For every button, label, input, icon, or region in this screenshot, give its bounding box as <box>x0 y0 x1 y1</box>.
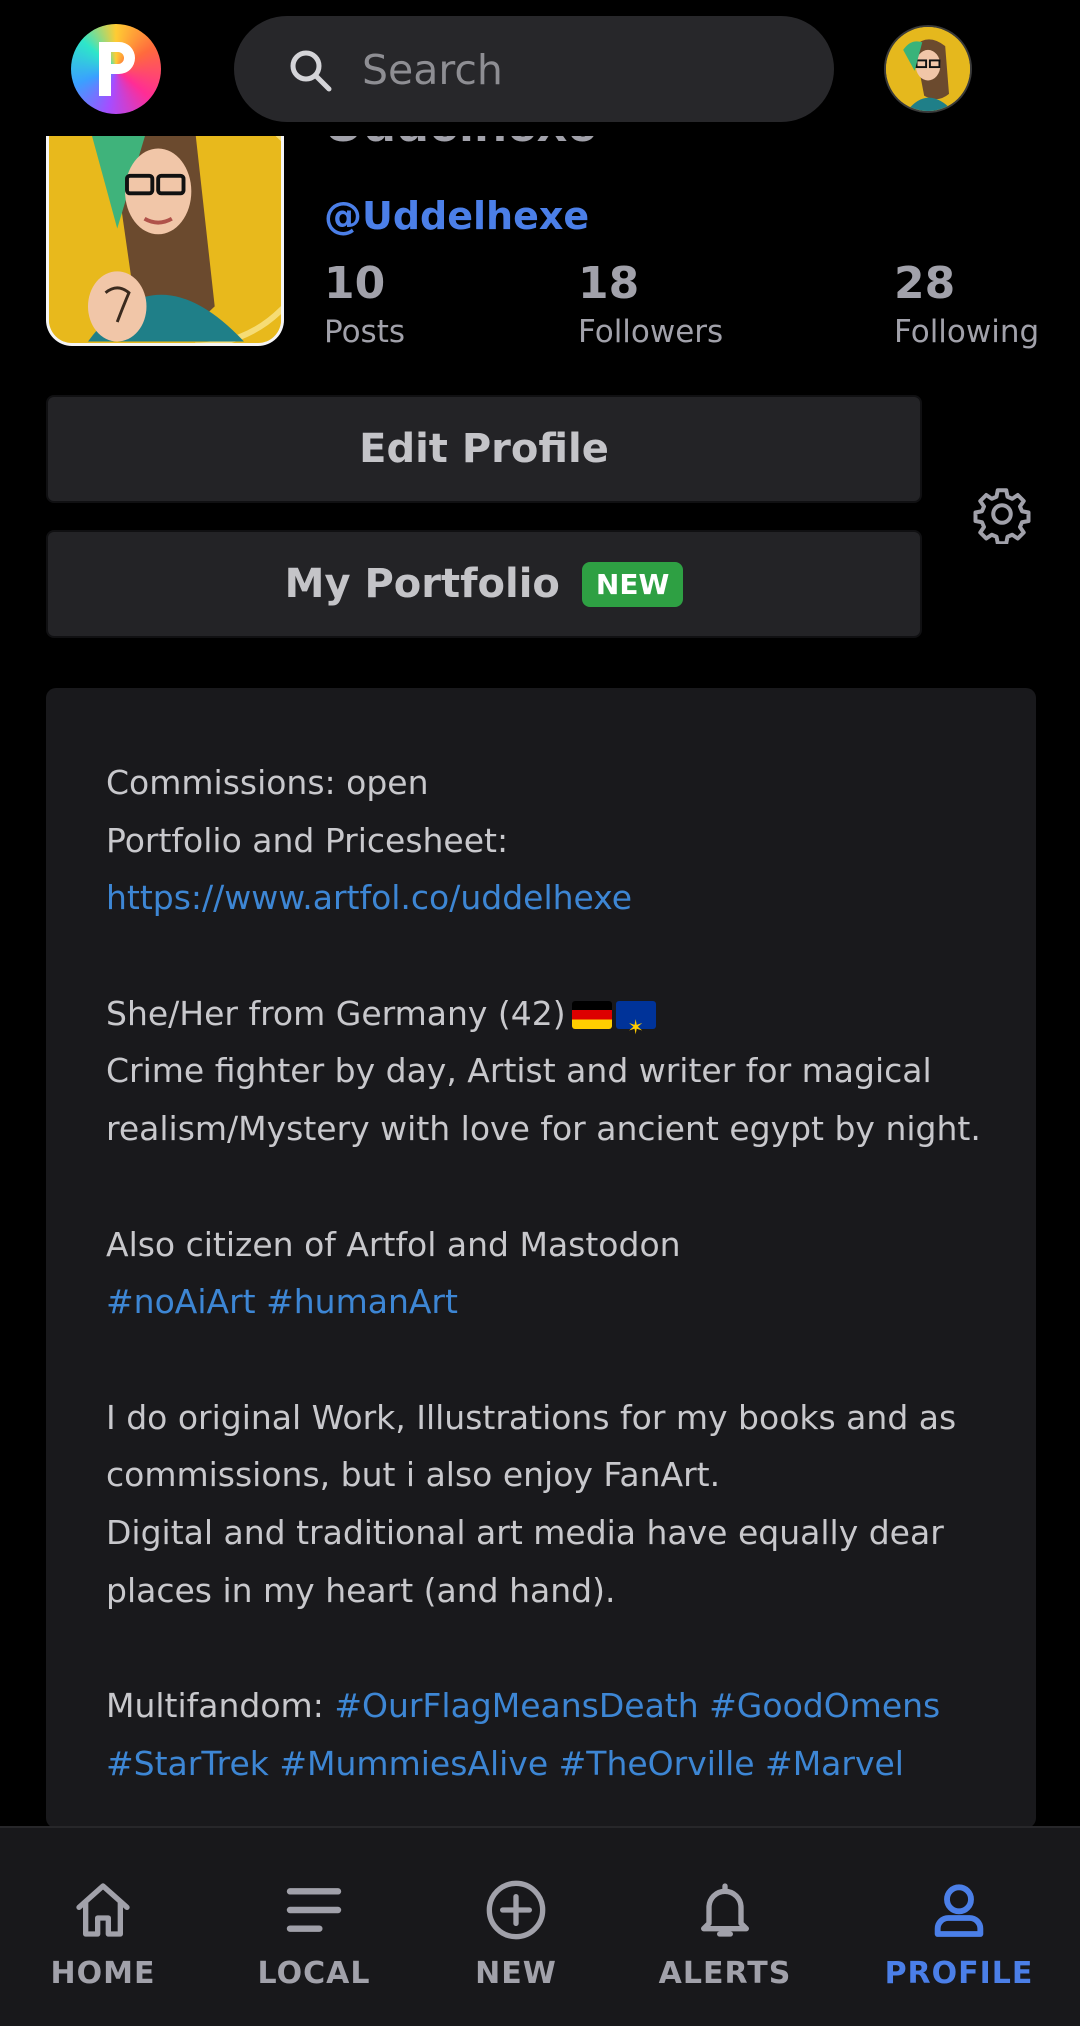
top-bar <box>0 0 1080 136</box>
my-portfolio-label: My Portfolio <box>284 561 560 607</box>
list-icon <box>286 1888 342 1932</box>
plus-circle-icon <box>486 1880 546 1940</box>
home-icon <box>76 1883 130 1937</box>
flag-germany-icon <box>571 1000 612 1029</box>
nav-alerts[interactable]: ALERTS <box>625 1828 825 2026</box>
bio-citizen: Also citizen of Artfol and Mastodon <box>106 1224 681 1264</box>
nav-profile[interactable]: PROFILE <box>859 1828 1059 2026</box>
profile-avatar[interactable] <box>46 110 284 346</box>
hashtag-link[interactable]: #MummiesAlive <box>279 1744 548 1783</box>
new-badge: NEW <box>581 561 684 607</box>
hashtag-link[interactable]: #Marvel <box>765 1744 904 1783</box>
bio-text: Commissions: open Portfolio and Priceshe… <box>106 754 986 1792</box>
bio-work-1: I do original Work, Illustrations for my… <box>106 1397 957 1437</box>
followers-label: Followers <box>578 314 724 350</box>
hashtag-link[interactable]: #GoodOmens <box>709 1686 940 1725</box>
nav-local[interactable]: LOCAL <box>214 1828 414 2026</box>
edit-profile-label: Edit Profile <box>359 426 609 472</box>
bio-work-4: places in my heart (and hand). <box>106 1570 616 1610</box>
bio-work-2: commissions, but i also enjoy FanArt. <box>106 1455 721 1495</box>
bio-line-realism: realism/Mystery with love for ancient eg… <box>106 1109 981 1149</box>
nav-new-label: NEW <box>475 1956 557 1991</box>
bio-fandom-label: Multifandom: <box>106 1686 324 1725</box>
edit-profile-button[interactable]: Edit Profile <box>46 395 922 503</box>
bio-work-3: Digital and traditional art media have e… <box>106 1512 944 1552</box>
logo-letter-p <box>99 42 135 96</box>
posts-count: 10 <box>324 258 386 309</box>
following-stat[interactable]: 28 Following <box>894 258 1039 352</box>
nav-home[interactable]: HOME <box>3 1828 203 2026</box>
nav-local-label: LOCAL <box>257 1956 371 1991</box>
search-input[interactable] <box>360 16 804 124</box>
my-portfolio-button[interactable]: My Portfolio NEW <box>46 530 922 638</box>
bio-about: She/Her from Germany (42) <box>106 993 566 1033</box>
hashtag-link[interactable]: #OurFlagMeansDeath <box>334 1686 698 1725</box>
nav-profile-label: PROFILE <box>884 1956 1034 1991</box>
user-icon <box>934 1884 984 1937</box>
following-label: Following <box>894 314 1040 350</box>
avatar-illustration-icon <box>886 27 970 111</box>
hashtag-link[interactable]: #humanArt <box>266 1282 458 1321</box>
bio-card: Commissions: open Portfolio and Priceshe… <box>46 688 1036 1828</box>
bottom-nav: HOME LOCAL NEW ALERTS PROFILE <box>0 1826 1080 2026</box>
posts-stat[interactable]: 10 Posts <box>324 258 405 352</box>
profile-avatar-illustration-icon <box>49 110 281 343</box>
hashtag-link[interactable]: #TheOrville <box>559 1744 755 1783</box>
portfolio-link[interactable]: https://www.artfol.co/uddelhexe <box>106 878 632 917</box>
search-bar[interactable] <box>234 16 834 124</box>
search-icon <box>290 50 332 92</box>
followers-count: 18 <box>578 258 640 309</box>
followers-stat[interactable]: 18 Followers <box>578 258 723 352</box>
nav-home-label: HOME <box>50 1956 156 1991</box>
profile-handle: @Uddelhexe <box>324 194 590 238</box>
app-logo-icon[interactable] <box>71 24 161 114</box>
bio-portfolio-label: Portfolio and Pricesheet: <box>106 820 509 860</box>
bio-line-crime: Crime fighter by day, Artist and writer … <box>106 1051 932 1091</box>
posts-label: Posts <box>324 314 406 350</box>
settings-gear-icon[interactable] <box>972 484 1032 544</box>
flag-eu-icon <box>615 999 656 1056</box>
nav-new[interactable]: NEW <box>416 1828 616 2026</box>
bio-commissions: Commissions: open <box>106 763 429 802</box>
bell-icon <box>701 1883 749 1937</box>
following-count: 28 <box>894 258 956 309</box>
hashtag-link[interactable]: #noAiArt <box>106 1282 256 1321</box>
nav-alerts-label: ALERTS <box>658 1956 792 1991</box>
account-avatar[interactable] <box>884 25 972 113</box>
hashtag-link[interactable]: #StarTrek <box>106 1744 269 1783</box>
